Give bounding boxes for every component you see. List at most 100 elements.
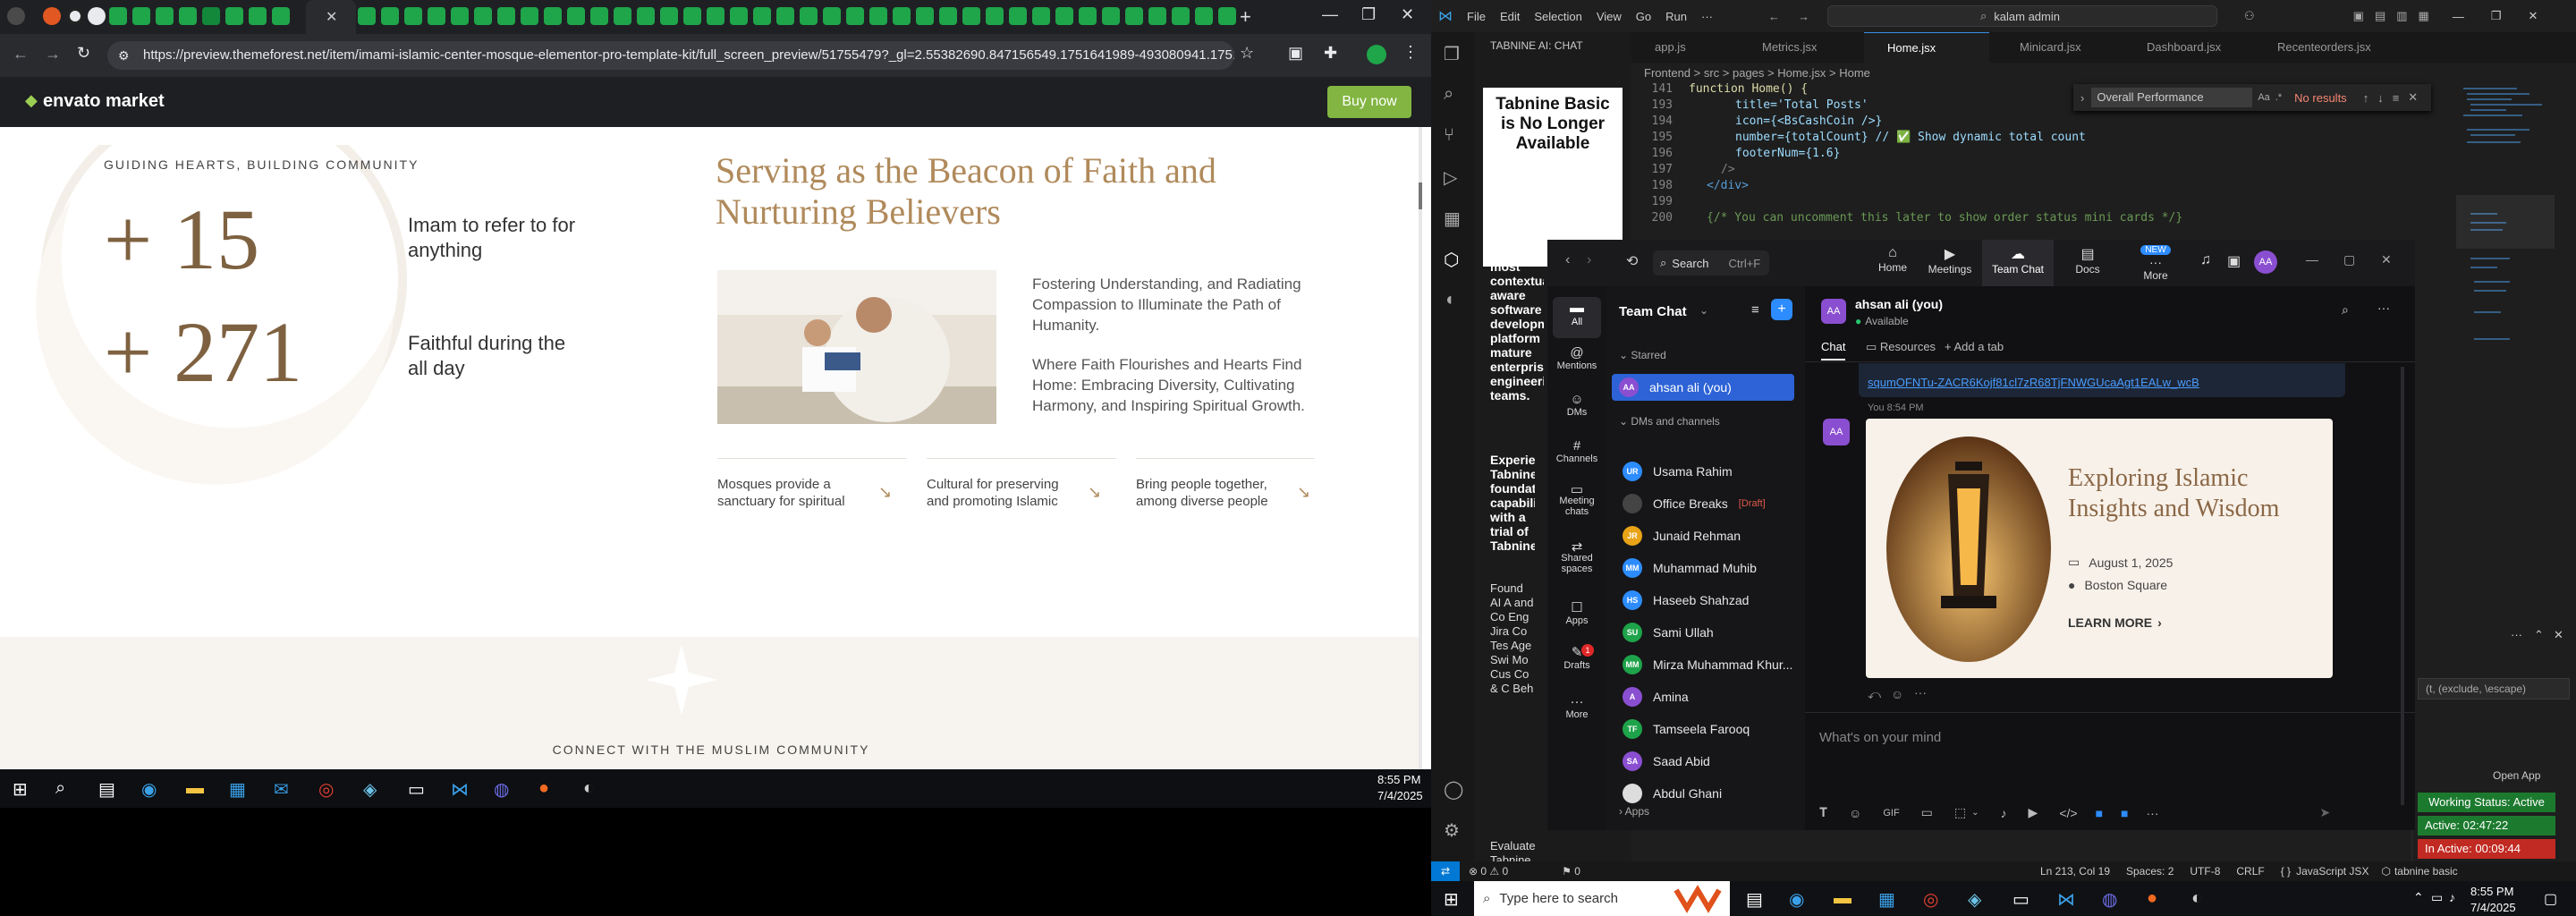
rail-dms[interactable]: ☺ DMs: [1547, 392, 1606, 418]
sidebar-icon[interactable]: ▥: [2396, 9, 2407, 23]
copilot-icon[interactable]: ⚇: [2244, 9, 2255, 23]
search-icon[interactable]: ⌕: [2342, 302, 2349, 318]
store-icon[interactable]: ▦: [229, 778, 246, 801]
conversation-item[interactable]: JR Junaid Rehman: [1623, 524, 1741, 547]
forward-icon[interactable]: →: [45, 45, 61, 64]
chevron-right-icon[interactable]: ›: [2080, 91, 2084, 105]
tabnine-icon[interactable]: ⬡: [1444, 249, 1459, 271]
rail-more[interactable]: ··· More: [1547, 694, 1606, 720]
rail-all[interactable]: ▬ All: [1553, 297, 1601, 338]
tab[interactable]: [916, 7, 934, 25]
menu-item[interactable]: Edit: [1500, 10, 1520, 23]
scrollbar[interactable]: [1419, 127, 1422, 808]
more-icon[interactable]: ···: [2147, 806, 2159, 820]
tab[interactable]: [776, 7, 794, 25]
find-input[interactable]: Overall Performance: [2091, 88, 2253, 107]
tab[interactable]: [202, 7, 220, 25]
chrome-icon[interactable]: ◎: [318, 778, 334, 801]
more-icon[interactable]: ···: [1914, 685, 1927, 700]
rail-meeting-chats[interactable]: ▭ Meeting chats: [1547, 483, 1606, 517]
eol[interactable]: CRLF: [2236, 865, 2264, 878]
more-icon[interactable]: ···: [2511, 628, 2522, 641]
tab[interactable]: [869, 7, 887, 25]
close-icon[interactable]: ✕: [2554, 628, 2563, 642]
app-icon[interactable]: ◐: [583, 778, 594, 799]
search-icon[interactable]: ⌕: [55, 778, 65, 799]
bookmark-icon[interactable]: ☆: [1240, 44, 1254, 63]
tab[interactable]: [1009, 7, 1027, 25]
indentation[interactable]: Spaces: 2: [2126, 865, 2174, 878]
tab[interactable]: [381, 7, 399, 25]
tab[interactable]: [109, 7, 127, 25]
tab[interactable]: [544, 7, 562, 25]
tab[interactable]: [225, 7, 243, 25]
windows-start-icon[interactable]: ⊞: [13, 778, 28, 801]
close-icon[interactable]: ✕: [326, 8, 337, 26]
conversation-item[interactable]: Abdul Ghani: [1623, 782, 1722, 805]
tab[interactable]: [567, 7, 585, 25]
tab[interactable]: [962, 7, 980, 25]
tab[interactable]: [893, 7, 911, 25]
menu-item[interactable]: Go: [1636, 10, 1651, 23]
envato-logo[interactable]: envato market: [43, 91, 165, 112]
shared-link[interactable]: squmOFNTu-ZACR6Kojf81cl7zR68TjFNWGUcaAgt…: [1868, 376, 2199, 389]
settings-gear-icon[interactable]: ⚙: [1444, 819, 1460, 842]
learn-more-link[interactable]: LEARN MORE ›: [2068, 615, 2162, 630]
taskbar-search[interactable]: ⌕ Type here to search: [1474, 881, 1665, 916]
code-icon[interactable]: </>: [2059, 806, 2077, 820]
account-icon[interactable]: ◯: [1444, 778, 1463, 801]
task-view-icon[interactable]: ▤: [1746, 888, 1763, 911]
menu-item[interactable]: Selection: [1534, 10, 1581, 23]
section-apps[interactable]: › Apps: [1619, 805, 1649, 818]
new-tab-icon[interactable]: +: [1240, 5, 1251, 29]
tab[interactable]: [451, 7, 469, 25]
tab[interactable]: [846, 7, 864, 25]
close-icon[interactable]: ✕: [2408, 90, 2418, 105]
breadcrumb[interactable]: Frontend > src > pages > Home.jsx > Home: [1644, 66, 1870, 80]
tab[interactable]: [683, 7, 701, 25]
filter-icon[interactable]: ≡: [1751, 302, 1759, 318]
list-title[interactable]: Team Chat: [1619, 304, 1687, 319]
section-dms-channels[interactable]: ⌄ DMs and channels: [1619, 415, 1720, 428]
back-icon[interactable]: ‹: [1565, 252, 1570, 268]
regex-icon[interactable]: .*: [2275, 92, 2282, 103]
app-icon[interactable]: ◐: [2191, 888, 2202, 909]
nav-team-chat[interactable]: ☁ Team Chat: [1982, 240, 2054, 286]
tab[interactable]: [730, 7, 748, 25]
conversation-item[interactable]: UR Usama Rahim: [1623, 460, 1733, 483]
buy-now-button[interactable]: Buy now: [1327, 86, 1411, 118]
conversation-item[interactable]: TF Tamseela Farooq: [1623, 717, 1750, 741]
tab-favicon[interactable]: [66, 7, 84, 25]
nav-more[interactable]: NEW ··· More: [2129, 245, 2182, 282]
layout-custom-icon[interactable]: ▦: [2419, 9, 2429, 23]
reply-icon[interactable]: ⤺: [1868, 687, 1881, 702]
arrow-icon[interactable]: ↘: [1297, 483, 1310, 502]
explorer-icon[interactable]: ❐: [1444, 43, 1460, 65]
vpn-icon[interactable]: ◈: [363, 778, 377, 801]
postman-icon[interactable]: ●: [538, 778, 549, 799]
rail-apps[interactable]: ☐ Apps: [1547, 599, 1606, 626]
extensions-icon[interactable]: ▦: [1444, 208, 1461, 230]
editor-tab-active[interactable]: Home.jsx: [1864, 32, 1989, 63]
rail-shared-spaces[interactable]: ⇄ Shared spaces: [1547, 540, 1606, 574]
tab[interactable]: [249, 7, 267, 25]
postman-icon[interactable]: ●: [2147, 888, 2157, 909]
calendar-app-icon[interactable]: ■: [2121, 806, 2128, 820]
remote-icon[interactable]: ⇄: [1431, 861, 1460, 881]
edge-icon[interactable]: ◉: [141, 778, 157, 801]
mail-icon[interactable]: ✉: [274, 778, 289, 801]
tab[interactable]: [660, 7, 678, 25]
minimize-icon[interactable]: —: [2453, 10, 2464, 23]
chat-header-name[interactable]: ahsan ali (you): [1855, 297, 1943, 311]
tab[interactable]: [1055, 7, 1073, 25]
maximize-icon[interactable]: ▢: [2343, 252, 2355, 267]
puzzle-icon[interactable]: ✚: [1324, 44, 1337, 63]
terminal-icon[interactable]: ▭: [2012, 888, 2029, 911]
avatar[interactable]: AA: [2254, 250, 2277, 274]
panel-icon[interactable]: ▤: [2375, 9, 2385, 23]
tab[interactable]: [637, 7, 655, 25]
problems-icon[interactable]: ⊗ 0 ⚠ 0: [1469, 865, 1508, 878]
emoji-reaction-icon[interactable]: ☺: [1891, 687, 1903, 701]
nav-meetings[interactable]: ▶ Meetings: [1914, 245, 1986, 276]
chrome-icon[interactable]: ◎: [1923, 888, 1938, 911]
